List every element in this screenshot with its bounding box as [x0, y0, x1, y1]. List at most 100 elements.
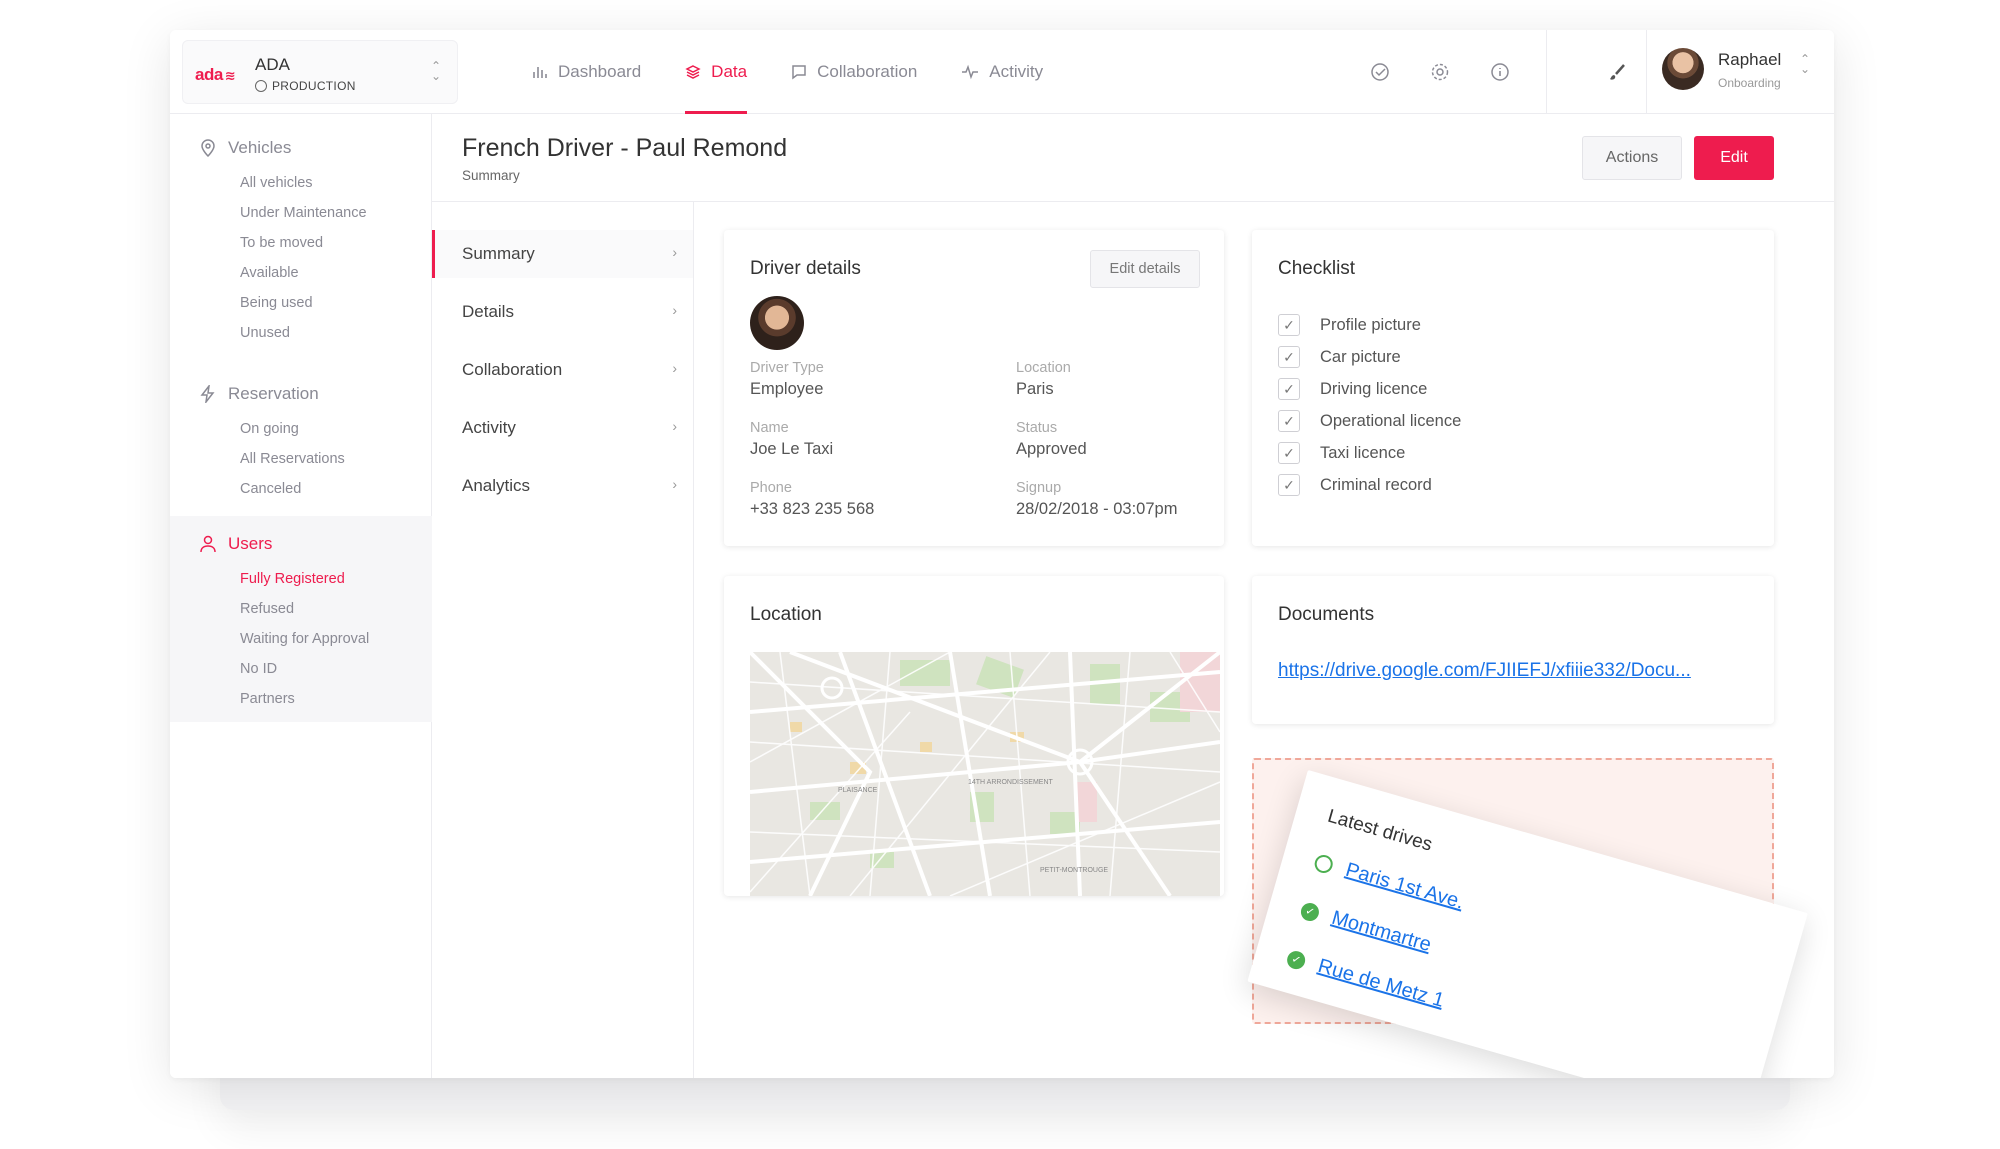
- document-link[interactable]: https://drive.google.com/FJIIEFJ/xfiiie3…: [1278, 660, 1691, 682]
- nav-activity-label: Activity: [989, 62, 1044, 81]
- edit-button[interactable]: Edit: [1694, 136, 1774, 180]
- sidebar-item-being-used[interactable]: Being used: [170, 288, 432, 318]
- checkbox[interactable]: ✓: [1278, 474, 1300, 496]
- sidebar-item-fully-registered[interactable]: Fully Registered: [170, 564, 432, 594]
- page-title: French Driver - Paul Remond: [462, 134, 788, 162]
- sidebar-head-label: Vehicles: [228, 138, 292, 157]
- sidebar-item-all-reservations[interactable]: All Reservations: [170, 444, 432, 474]
- map-graphic: PLAISANCE 14TH ARRONDISSEMENT PETIT-MONT…: [750, 652, 1220, 896]
- chevron-right-icon: ›: [672, 418, 677, 434]
- check-circle-icon: [1371, 63, 1389, 81]
- field-driver-type: Driver Type Employee: [750, 360, 970, 399]
- layers-icon: [685, 65, 701, 79]
- divider: [1646, 30, 1647, 114]
- tasks-button[interactable]: [1350, 30, 1410, 114]
- sidebar-head-reservation[interactable]: Reservation: [170, 374, 432, 414]
- map[interactable]: PLAISANCE 14TH ARRONDISSEMENT PETIT-MONT…: [750, 652, 1220, 896]
- sidebar-head-label: Reservation: [228, 384, 319, 403]
- field-location: Location Paris: [1016, 360, 1236, 399]
- info-button[interactable]: [1470, 30, 1530, 114]
- checkbox[interactable]: ✓: [1278, 410, 1300, 432]
- nav-activity[interactable]: Activity: [939, 30, 1065, 114]
- nav-collaboration-label: Collaboration: [817, 62, 918, 81]
- sidebar-item-no-id[interactable]: No ID: [170, 654, 432, 684]
- user-role: Onboarding: [1718, 76, 1781, 90]
- environment-switcher[interactable]: ada ≋ ADA PRODUCTION ⌃ ⌄: [182, 40, 458, 104]
- field-status: Status Approved: [1016, 420, 1236, 459]
- drive-item[interactable]: Paris 1st Ave.: [1312, 850, 1466, 915]
- sidebar-item-partners[interactable]: Partners: [170, 684, 432, 714]
- nav-data[interactable]: Data: [663, 30, 769, 114]
- sidebar-item-under-maintenance[interactable]: Under Maintenance: [170, 198, 432, 228]
- checklist-item[interactable]: ✓ Profile picture: [1278, 312, 1421, 338]
- nav-dashboard[interactable]: Dashboard: [510, 30, 663, 114]
- sidebar-item-refused[interactable]: Refused: [170, 594, 432, 624]
- subnav-analytics[interactable]: Analytics ›: [432, 462, 693, 510]
- settings-button[interactable]: [1410, 30, 1470, 114]
- location-pin-icon: [201, 139, 215, 157]
- sidebar-item-all-vehicles[interactable]: All vehicles: [170, 168, 432, 198]
- subnav-activity[interactable]: Activity ›: [432, 404, 693, 452]
- sidebar-item-to-be-moved[interactable]: To be moved: [170, 228, 432, 258]
- sidebar-item-waiting-for-approval[interactable]: Waiting for Approval: [170, 624, 432, 654]
- card-title: Driver details: [750, 258, 861, 279]
- subnav-label: Summary: [462, 244, 535, 263]
- field-label: Driver Type: [750, 360, 824, 376]
- app-window: ada ≋ ADA PRODUCTION ⌃ ⌄ Dashboard Data Co…: [170, 30, 1834, 1078]
- nav-dashboard-label: Dashboard: [558, 62, 642, 81]
- content-header: French Driver - Paul Remond Summary Acti…: [432, 114, 1834, 202]
- activity-icon: [962, 64, 979, 80]
- sidebar-item-on-going[interactable]: On going: [170, 414, 432, 444]
- subnav-summary[interactable]: Summary ›: [432, 230, 693, 278]
- documents-card: Documents https://drive.google.com/FJIIE…: [1252, 576, 1774, 724]
- sidebar-item-available[interactable]: Available: [170, 258, 432, 288]
- checklist-label: Car picture: [1320, 347, 1401, 366]
- info-icon: [1491, 63, 1509, 81]
- sidebar-head-vehicles[interactable]: Vehicles: [170, 128, 432, 168]
- checkbox[interactable]: ✓: [1278, 314, 1300, 336]
- page-subtitle: Summary: [462, 168, 520, 183]
- checkbox[interactable]: ✓: [1278, 378, 1300, 400]
- sidebar-item-canceled[interactable]: Canceled: [170, 474, 432, 504]
- sub-nav: Summary › Details › Collaboration › Activit…: [432, 202, 694, 1078]
- driver-details-card: Driver details Edit details Driver Type …: [724, 230, 1224, 546]
- checklist-item[interactable]: ✓ Driving licence: [1278, 376, 1427, 402]
- user-menu[interactable]: Raphael Onboarding ⌃ ⌄: [1662, 42, 1822, 102]
- field-value: Approved: [1016, 440, 1087, 458]
- sidebar: Vehicles All vehicles Under Maintenance …: [170, 114, 432, 1078]
- drive-link[interactable]: Paris 1st Ave.: [1343, 859, 1466, 915]
- gear-icon: [1431, 63, 1449, 81]
- theme-button[interactable]: [1590, 30, 1646, 114]
- divider: [1546, 30, 1547, 114]
- subnav-label: Details: [462, 302, 514, 321]
- sidebar-head-users[interactable]: Users: [170, 524, 432, 564]
- field-label: Name: [750, 420, 789, 436]
- checklist-label: Taxi licence: [1320, 443, 1406, 462]
- field-label: Location: [1016, 360, 1071, 376]
- checkbox[interactable]: ✓: [1278, 346, 1300, 368]
- checkbox[interactable]: ✓: [1278, 442, 1300, 464]
- checklist-item[interactable]: ✓ Taxi licence: [1278, 440, 1405, 466]
- checklist-item[interactable]: ✓ Car picture: [1278, 344, 1401, 370]
- subnav-details[interactable]: Details ›: [432, 288, 693, 336]
- card-title: Checklist: [1278, 258, 1356, 279]
- checklist-label: Driving licence: [1320, 379, 1428, 398]
- actions-button[interactable]: Actions: [1582, 136, 1682, 180]
- subnav-label: Analytics: [462, 476, 531, 495]
- drive-link[interactable]: Montmartre: [1329, 907, 1433, 957]
- sidebar-head-label: Users: [228, 534, 273, 553]
- chat-icon: [792, 65, 806, 80]
- checklist-item[interactable]: ✓ Criminal record: [1278, 472, 1432, 498]
- edit-details-button[interactable]: Edit details: [1090, 250, 1200, 288]
- subnav-collaboration[interactable]: Collaboration ›: [432, 346, 693, 394]
- field-label: Phone: [750, 480, 792, 496]
- drive-item[interactable]: ✓ Montmartre: [1298, 898, 1434, 957]
- chevron-updown-icon[interactable]: ⌃ ⌄: [429, 60, 443, 85]
- drive-link[interactable]: Rue de Metz 1: [1315, 955, 1446, 1013]
- sidebar-item-unused[interactable]: Unused: [170, 318, 432, 348]
- map-label: PLAISANCE: [838, 787, 878, 794]
- bar-chart-icon: [533, 67, 547, 78]
- nav-collaboration[interactable]: Collaboration: [769, 30, 939, 114]
- checklist-item[interactable]: ✓ Operational licence: [1278, 408, 1461, 434]
- card-title: Latest drives: [1325, 805, 1435, 856]
